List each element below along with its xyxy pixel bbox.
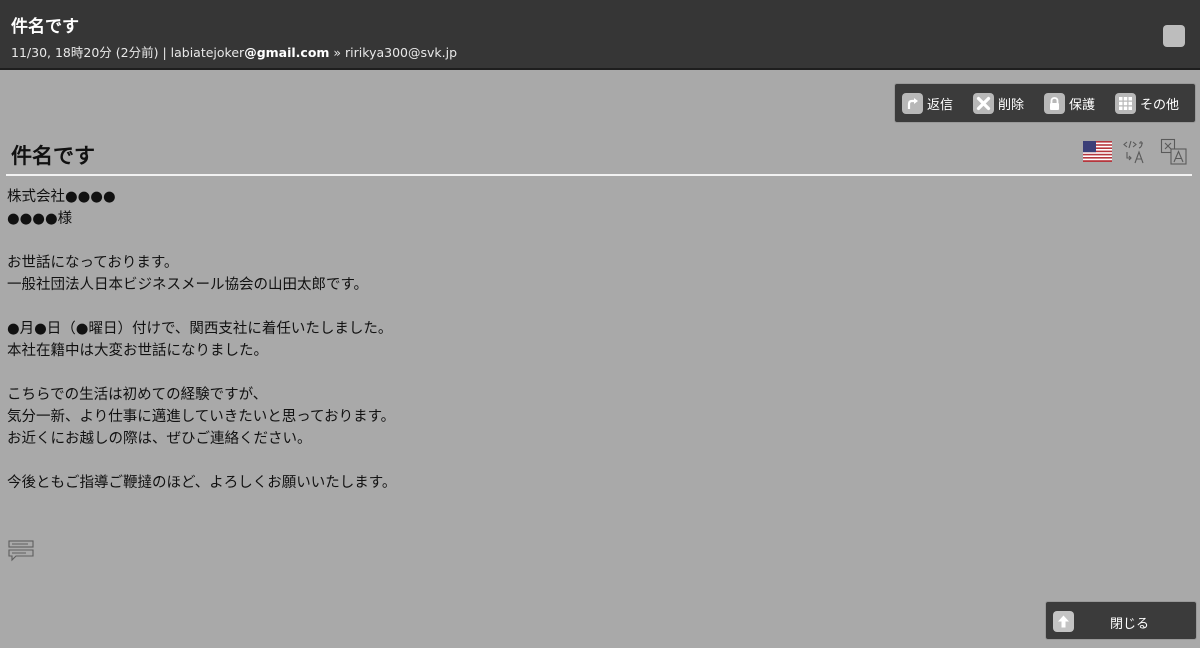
body-line: ●月●日（●曜日）付けで、関西支社に着任いたしました。: [7, 321, 393, 337]
body-paragraph: お世話になっております。 一般社団法人日本ビジネスメール協会の山田太郎です。: [7, 252, 1007, 296]
body-line: ●●●●様: [7, 211, 73, 227]
subject-divider: [6, 174, 1192, 176]
lock-icon: [1044, 92, 1066, 114]
reply-label: 返信: [927, 97, 954, 113]
protect-button[interactable]: 保護: [1044, 92, 1096, 114]
meta-separator: |: [158, 45, 171, 60]
other-label: その他: [1140, 97, 1180, 113]
close-label: 閉じる: [1110, 617, 1150, 632]
body-paragraph: 株式会社●●●● ●●●●様: [7, 186, 1007, 230]
body-paragraph: ●月●日（●曜日）付けで、関西支社に着任いたしました。 本社在籍中は大変お世話に…: [7, 318, 1007, 362]
body-paragraph: 今後ともご指導ご鞭撻のほど、よろしくお願いいたします。: [7, 472, 1007, 494]
header-title: 件名です: [11, 17, 79, 37]
message-body: 株式会社●●●● ●●●●様 お世話になっております。 一般社団法人日本ビジネス…: [7, 186, 1007, 516]
protect-label: 保護: [1069, 97, 1096, 113]
language-switch-icon[interactable]: [1160, 138, 1188, 166]
body-line: 一般社団法人日本ビジネスメール協会の山田太郎です。: [7, 277, 369, 293]
delete-icon: [973, 92, 995, 114]
delete-label: 削除: [998, 97, 1025, 113]
body-line: こちらでの生活は初めての経験ですが、: [7, 387, 268, 403]
reply-button[interactable]: 返信: [902, 92, 954, 114]
message-date: 11/30, 18時20分 (2分前): [11, 45, 159, 60]
body-line: 本社在籍中は大変お世話になりました。: [7, 343, 268, 359]
message-toolbar: 返信 削除 保護 その他: [894, 83, 1196, 123]
header-meta: 11/30, 18時20分 (2分前) | labiatejoker@gmail…: [11, 42, 457, 61]
message-subject: 件名です: [11, 144, 95, 168]
body-line: お近くにお越しの際は、ぜひご連絡ください。: [7, 431, 312, 447]
sender-user: labiatejoker: [170, 45, 245, 60]
us-flag-icon[interactable]: [1083, 141, 1112, 162]
body-paragraph: こちらでの生活は初めての経験ですが、 気分一新、より仕事に邁進していきたいと思っ…: [7, 384, 1007, 450]
message-header: 件名です 11/30, 18時20分 (2分前) | labiatejoker@…: [0, 0, 1200, 70]
close-button[interactable]: 閉じる: [1045, 601, 1197, 640]
body-line: 株式会社●●●●: [7, 189, 116, 205]
other-button[interactable]: その他: [1115, 92, 1180, 114]
body-line: 気分一新、より仕事に邁進していきたいと思っております。: [7, 409, 396, 425]
arrow-up-icon: [1053, 611, 1074, 632]
meta-arrow: »: [329, 45, 346, 60]
recipient-address: ririkya300@svk.jp: [345, 45, 458, 60]
body-line: 今後ともご指導ご鞭撻のほど、よろしくお願いいたします。: [7, 475, 397, 491]
reply-icon: [902, 92, 923, 114]
delete-button[interactable]: 削除: [973, 92, 1025, 114]
select-checkbox[interactable]: [1163, 25, 1185, 47]
grid-icon: [1115, 92, 1137, 114]
translate-icon[interactable]: [1122, 138, 1150, 166]
sender-domain: @gmail.com: [244, 45, 330, 60]
reply-compose-icon[interactable]: [8, 540, 34, 562]
body-line: お世話になっております。: [7, 255, 179, 271]
